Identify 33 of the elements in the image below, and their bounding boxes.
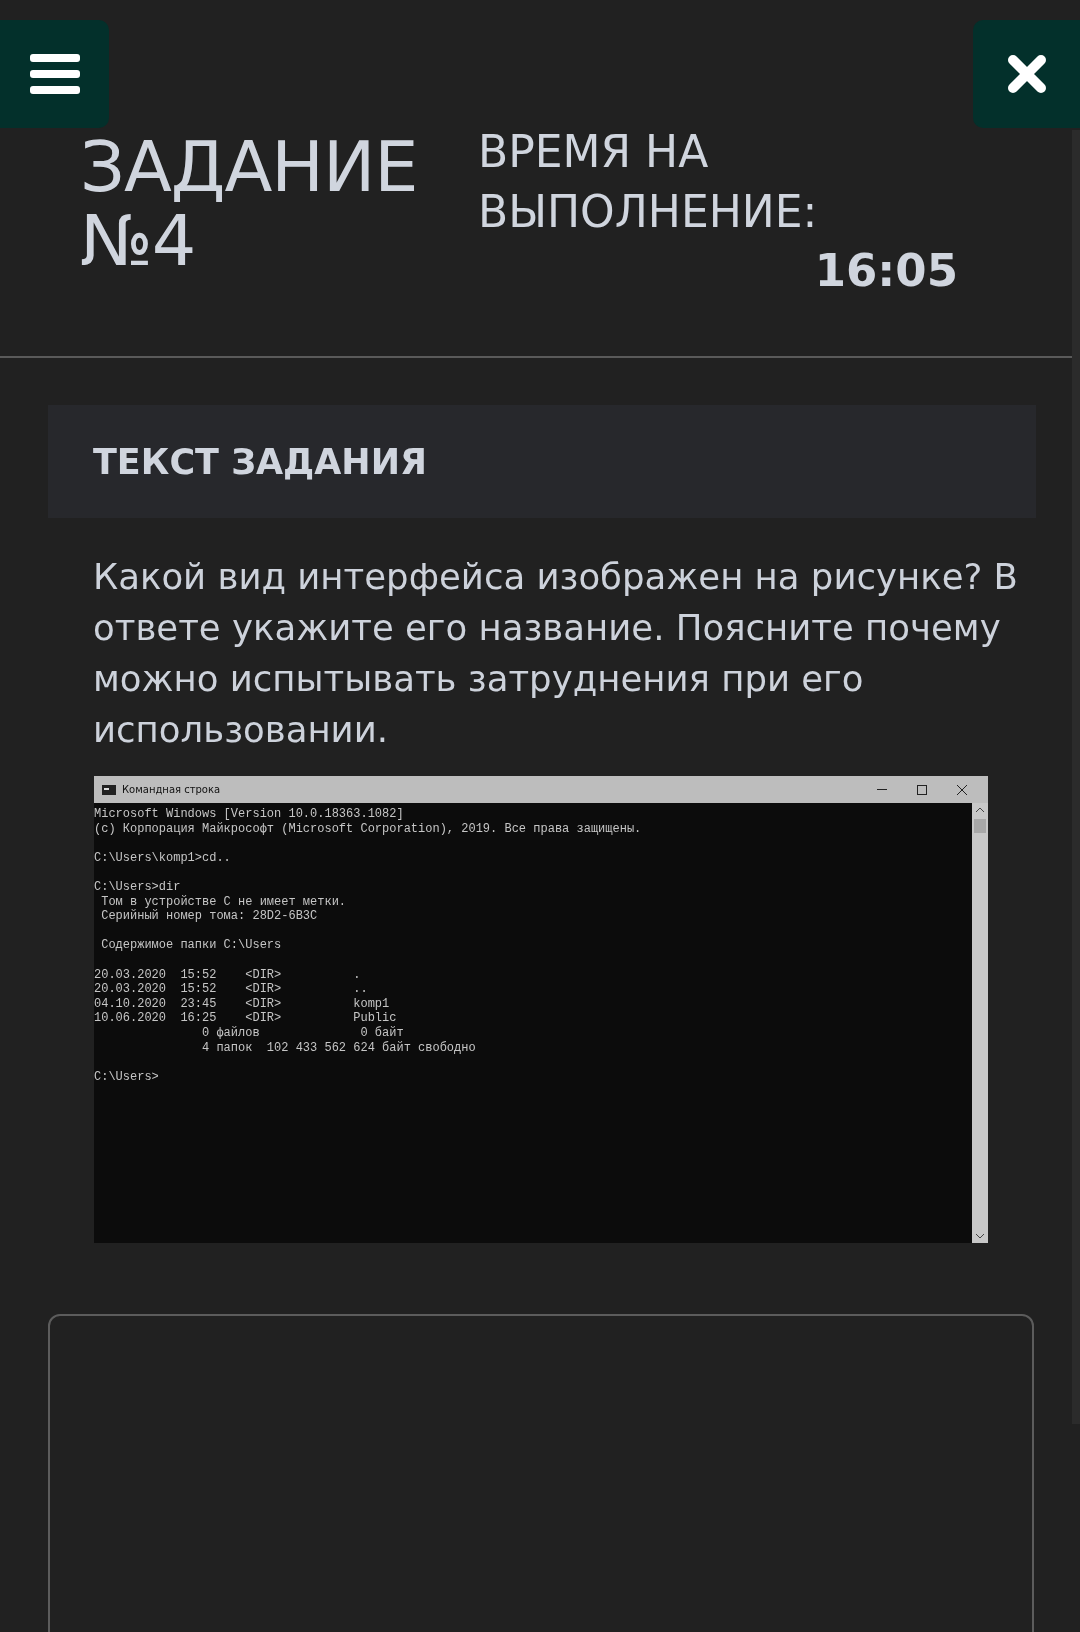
menu-button[interactable] [0,20,109,128]
console-line: Серийный номер тома: 28D2-6B3C [100,909,318,924]
close-icon [1006,54,1047,94]
section-heading: ТЕКСТ ЗАДАНИЯ [48,405,1036,518]
scrollbar-thumb[interactable] [974,819,986,833]
console-line: 20.03.2020 15:52 <DIR> .. [94,982,368,997]
console-line: C:\Users\komp1>cd.. [94,850,231,866]
console-line: 20.03.2020 15:52 <DIR> . [94,967,361,983]
maximize-icon[interactable] [917,784,927,795]
console-line: C:\Users> [94,1069,159,1085]
question-text: Какой вид интерфейса изображен на рисунке? В ответе укажите его название. Поясните почему можно испытывать затруднения при его использовании. [93,555,1019,752]
menu-icon [29,54,80,94]
window-title: Командная строка [122,784,222,795]
console-line: Содержимое папки C:\Users [100,938,282,953]
console-line: Том в устройстве C не имеет метки. [100,894,347,909]
console-line: C:\Users>dir [94,879,181,895]
timer-label: ВРЕМЯ НА ВЫПОЛНЕНИЕ: [478,125,819,239]
console-line: Microsoft Windows [Version 10.0.18363.1082] [94,807,404,822]
scroll-up-icon[interactable] [976,807,984,812]
close-button[interactable] [973,20,1080,128]
timer-value: 16:05 [814,244,958,297]
console-line: (c) Корпорация Майкрософт (Microsoft Corporation), 2019. Все права защищены. [94,821,642,837]
console-line: 0 файлов 0 байт [201,1025,404,1041]
page-scrollbar[interactable] [1072,130,1080,1424]
close-icon[interactable] [957,784,967,795]
console-line: 04.10.2020 23:45 <DIR> komp1 [94,996,390,1012]
console-line: 10.06.2020 16:25 <DIR> Public [94,1011,397,1026]
console-line: 4 папок 102 433 562 624 байт свободно [201,1040,476,1056]
task-title: ЗАДАНИЕ №4 [80,130,419,284]
scrollbar[interactable] [972,803,988,1243]
answer-field[interactable] [48,1314,1034,1632]
console-icon [102,784,116,795]
scroll-down-icon[interactable] [976,1234,984,1239]
